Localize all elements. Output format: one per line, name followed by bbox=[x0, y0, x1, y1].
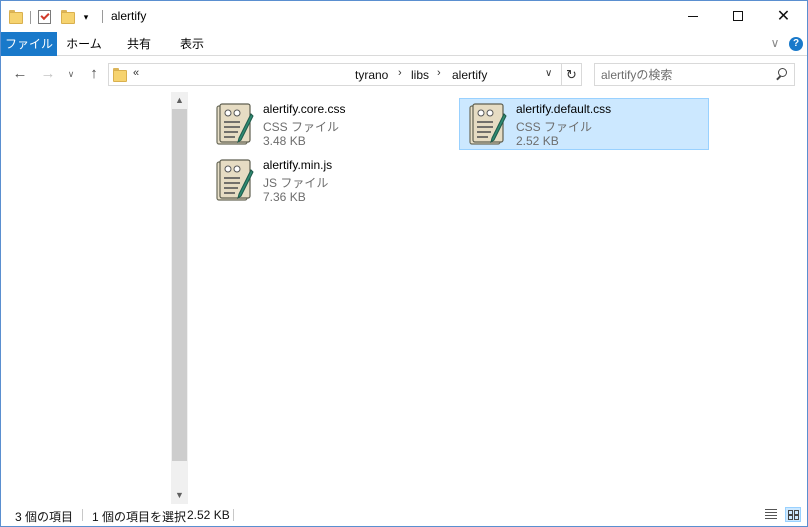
navigation-pane[interactable] bbox=[1, 92, 171, 504]
file-name: alertify.core.css bbox=[263, 102, 346, 116]
status-divider bbox=[82, 509, 83, 521]
tab-file[interactable]: ファイル bbox=[1, 32, 57, 56]
large-icons-view-icon[interactable] bbox=[785, 507, 801, 522]
folder-icon bbox=[113, 68, 127, 82]
file-name: alertify.min.js bbox=[263, 158, 333, 172]
search-icon[interactable] bbox=[775, 68, 789, 82]
breadcrumb-separator-icon[interactable]: › bbox=[437, 67, 441, 79]
selection-size: 2.52 KB bbox=[187, 508, 230, 522]
expand-ribbon-icon[interactable]: ∨ bbox=[768, 36, 782, 50]
tab-home[interactable]: ホーム bbox=[63, 32, 105, 56]
scrollbar-thumb[interactable] bbox=[172, 109, 187, 461]
tab-view[interactable]: 表示 bbox=[171, 32, 213, 56]
window-title: alertify bbox=[111, 9, 147, 23]
file-type: CSS ファイル bbox=[516, 120, 593, 134]
file-type: CSS ファイル bbox=[263, 120, 340, 134]
file-item-alertify-default-css[interactable]: alertify.default.css CSS ファイル 2.52 KB bbox=[459, 98, 709, 150]
navigation-pane-scrollbar[interactable]: ▲ ▼ bbox=[171, 92, 188, 504]
address-overflow-icon[interactable]: « bbox=[133, 67, 139, 79]
breadcrumb-tyrano[interactable]: tyrano bbox=[355, 68, 388, 82]
selection-count: 1 個の項目を選択 bbox=[92, 510, 187, 524]
properties-icon[interactable] bbox=[38, 10, 51, 24]
file-type: JS ファイル bbox=[263, 176, 329, 190]
scroll-down-icon[interactable]: ▼ bbox=[171, 487, 188, 504]
breadcrumb-separator-icon[interactable]: › bbox=[398, 67, 402, 79]
folder-icon[interactable] bbox=[9, 10, 23, 24]
help-icon[interactable]: ? bbox=[789, 37, 803, 51]
script-document-icon bbox=[216, 103, 254, 145]
file-size: 3.48 KB bbox=[263, 134, 306, 148]
refresh-button[interactable]: ↻ bbox=[562, 63, 582, 86]
minimize-icon bbox=[687, 15, 698, 17]
details-view-icon[interactable] bbox=[763, 507, 779, 522]
close-button[interactable]: ✕ bbox=[761, 1, 806, 31]
customize-toolbar-dropdown-icon[interactable]: ▾ bbox=[81, 12, 91, 22]
script-document-icon bbox=[216, 159, 254, 201]
ribbon-tabs: ファイル ホーム 共有 表示 ∨ ? bbox=[1, 32, 807, 56]
file-size: 7.36 KB bbox=[263, 190, 306, 204]
explorer-window: ▾ alertify ✕ ファイル ホーム 共有 表示 ∨ ? ← → ∨ ↑ … bbox=[0, 0, 808, 527]
address-bar[interactable]: « tyrano › libs › alertify ∨ bbox=[108, 63, 562, 86]
up-button[interactable]: ↑ bbox=[85, 65, 103, 83]
tab-share[interactable]: 共有 bbox=[116, 32, 162, 56]
file-name: alertify.default.css bbox=[516, 102, 612, 116]
toolbar-divider bbox=[30, 10, 31, 24]
scroll-up-icon[interactable]: ▲ bbox=[171, 92, 188, 109]
title-divider bbox=[102, 10, 103, 23]
search-box[interactable] bbox=[594, 63, 795, 86]
breadcrumb-libs[interactable]: libs bbox=[411, 68, 429, 82]
file-item-alertify-core-css[interactable]: alertify.core.css CSS ファイル 3.48 KB bbox=[206, 98, 456, 150]
item-count: 3 個の項目 bbox=[15, 510, 74, 524]
title-bar: ▾ alertify ✕ bbox=[1, 1, 807, 32]
close-icon: ✕ bbox=[776, 8, 791, 25]
status-bar: 3 個の項目 1 個の項目を選択 2.52 KB bbox=[1, 504, 807, 526]
minimize-button[interactable] bbox=[670, 1, 715, 31]
file-size: 2.52 KB bbox=[516, 134, 559, 148]
breadcrumb-alertify[interactable]: alertify bbox=[452, 68, 487, 82]
script-document-icon bbox=[469, 103, 507, 145]
file-list[interactable]: alertify.core.css CSS ファイル 3.48 KB alert… bbox=[188, 92, 807, 504]
new-folder-icon[interactable] bbox=[61, 10, 75, 24]
status-divider bbox=[233, 509, 234, 521]
forward-button[interactable]: → bbox=[39, 65, 57, 83]
maximize-button[interactable] bbox=[715, 1, 760, 31]
navigation-bar: ← → ∨ ↑ « tyrano › libs › alertify ∨ ↻ bbox=[1, 57, 807, 92]
quick-access-toolbar: ▾ bbox=[9, 8, 91, 26]
file-item-alertify-min-js[interactable]: alertify.min.js JS ファイル 7.36 KB bbox=[206, 154, 456, 206]
recent-locations-icon[interactable]: ∨ bbox=[65, 65, 77, 83]
maximize-icon bbox=[732, 11, 743, 21]
address-history-dropdown-icon[interactable]: ∨ bbox=[545, 68, 552, 79]
search-input[interactable] bbox=[601, 67, 771, 82]
back-button[interactable]: ← bbox=[11, 65, 29, 83]
